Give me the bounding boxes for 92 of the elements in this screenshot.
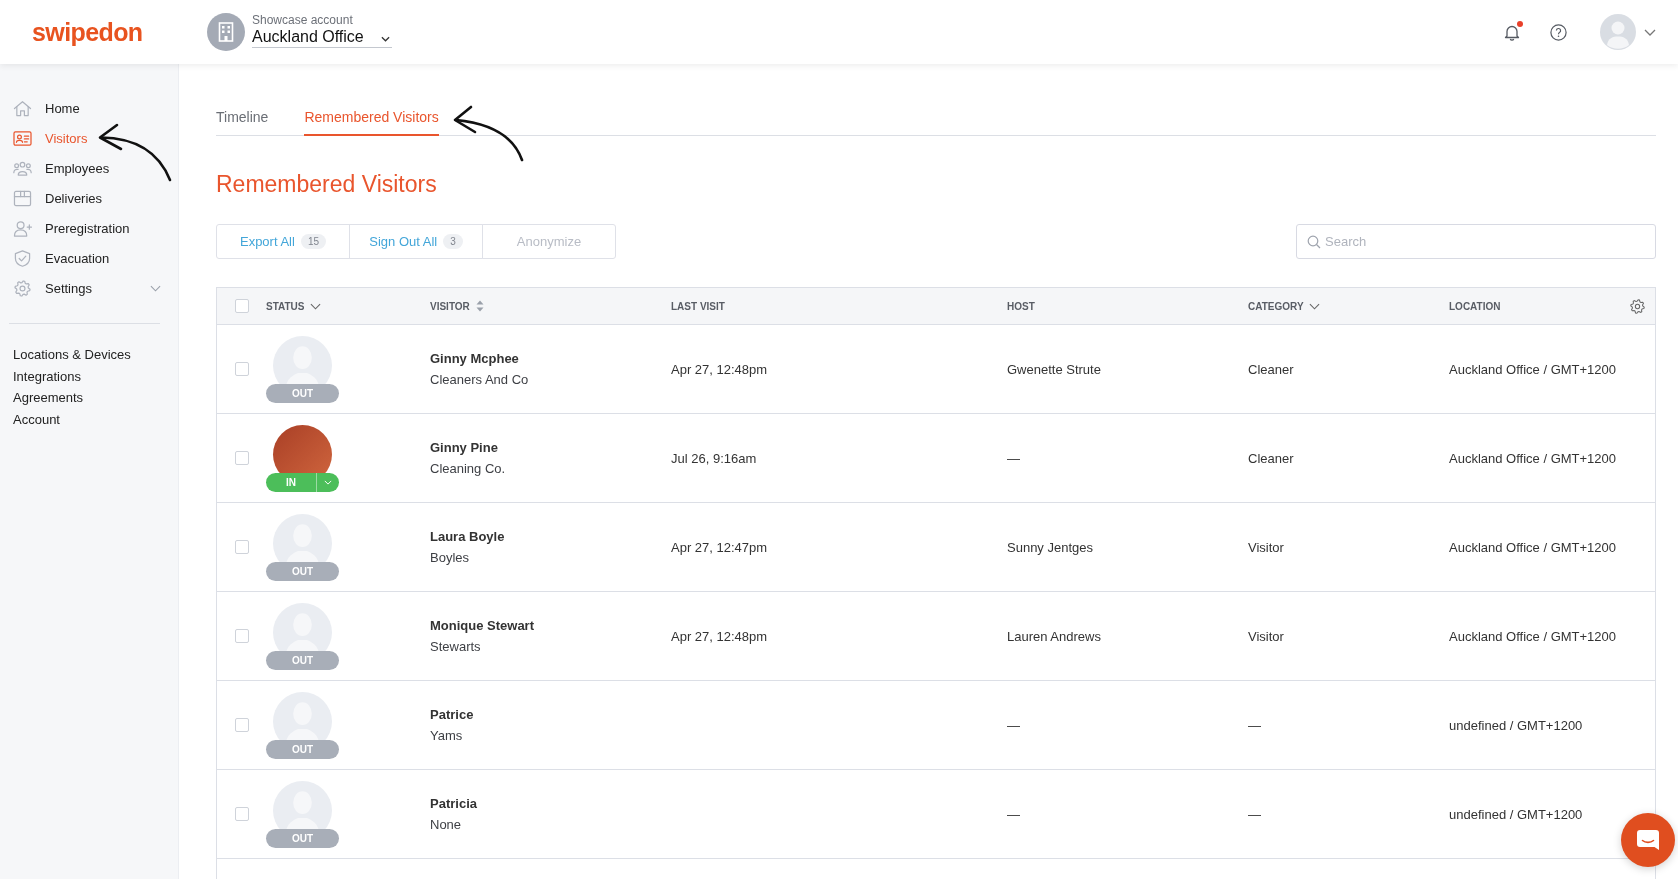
nav-link[interactable]: Locations & Devices [0,344,178,366]
id-card-icon [13,129,32,147]
visitor-name: Ginny Mcphee [430,349,519,368]
column-header[interactable]: VISITOR [430,300,484,312]
nav-item[interactable]: Settings [0,273,178,303]
table-cell: Visitor [1248,539,1284,555]
chat-button[interactable] [1621,813,1675,867]
account-label: Showcase account [252,12,353,27]
row-checkbox[interactable] [235,540,249,554]
select-all-checkbox[interactable] [235,299,249,313]
page-title: Remembered Visitors [216,170,437,199]
table-cell: Apr 27, 12:47pm [671,539,768,555]
table-cell: Sunny Jentges [1007,539,1093,555]
people-icon [13,159,32,177]
chevron-down-icon [1308,302,1320,310]
status-badge: OUT [266,562,339,581]
nav-item[interactable]: Evacuation [0,243,178,273]
table-cell: Auckland Office / GMT+1200 [1449,539,1617,555]
table-cell: Apr 27, 12:48pm [671,361,768,377]
column-header: LAST VISIT [671,300,725,312]
settings-icon[interactable] [1630,298,1645,314]
row-checkbox[interactable] [235,629,249,643]
status-badge: OUT [266,384,339,403]
caret-icon [381,36,390,42]
tab[interactable]: Timeline [216,107,269,136]
person-plus-icon [13,219,32,237]
table-cell: undefined / GMT+1200 [1449,717,1583,733]
table-cell: Jul 26, 9:16am [671,450,757,466]
box-icon [13,189,32,207]
table-cell: — [1007,806,1020,822]
column-header: LOCATION [1449,300,1501,312]
visitor-company: Boyles [430,548,470,567]
caret-icon [324,480,332,485]
nav-item[interactable]: Employees [0,153,178,183]
table-cell: Visitor [1248,628,1284,644]
table-cell: — [1007,450,1020,466]
table-cell: — [1007,717,1020,733]
sort-icon [475,300,484,312]
home-icon [13,99,32,117]
visitor-company: None [430,815,462,834]
help-icon[interactable] [1550,23,1567,41]
table-cell: Lauren Andrews [1007,628,1101,644]
nav-item[interactable]: Deliveries [0,183,178,213]
column-header: HOST [1007,300,1035,312]
table-cell: Cleaner [1248,361,1294,377]
table-cell: — [1248,806,1261,822]
count-badge: 15 [300,234,326,249]
visitor-name: Ginny Pine [430,438,498,457]
chat-bubble-icon [1636,829,1660,851]
status-badge: OUT [266,651,339,670]
visitor-company: Cleaning Co. [430,459,506,478]
nav-link[interactable]: Integrations [0,365,178,387]
user-avatar[interactable] [1600,14,1636,50]
table-cell: Auckland Office / GMT+1200 [1449,628,1617,644]
tab[interactable]: Remembered Visitors [304,107,439,136]
nav-item[interactable]: Home [0,93,178,123]
visitor-company: Yams [430,726,463,745]
chevron-down-icon [309,302,321,310]
visitor-name: Patrice [430,705,474,724]
count-badge: 3 [443,234,463,249]
nav-link[interactable]: Account [0,408,178,430]
table-cell: — [1248,717,1261,733]
row-checkbox[interactable] [235,807,249,821]
visitor-company: Cleaners And Co [430,370,529,389]
gear-icon [13,279,32,297]
row-checkbox[interactable] [235,718,249,732]
chevron-down-icon[interactable] [1644,28,1656,36]
status-badge: OUT [266,829,339,848]
shield-check-icon [13,249,32,267]
column-header[interactable]: CATEGORY [1248,300,1320,312]
row-checkbox[interactable] [235,362,249,376]
location-dropdown[interactable]: Auckland Office [252,26,392,48]
visitor-name: Monique Stewart [430,616,534,635]
table-cell: Apr 27, 12:48pm [671,628,768,644]
nav-item[interactable]: Preregistration [0,213,178,243]
search-field[interactable]: Search [1296,224,1656,259]
table-cell: Auckland Office / GMT+1200 [1449,450,1617,466]
logo[interactable]: swipedon [32,18,143,46]
visitor-name: Laura Boyle [430,527,505,546]
building-icon [207,13,245,51]
bell-icon[interactable] [1504,23,1520,41]
table-cell: Cleaner [1248,450,1294,466]
table-cell: Gwenette Strute [1007,361,1101,377]
table-cell: undefined / GMT+1200 [1449,806,1583,822]
table-cell: Auckland Office / GMT+1200 [1449,361,1617,377]
visitor-name: Patricia [430,794,477,813]
column-header[interactable]: STATUS [266,300,321,312]
nav-link[interactable]: Agreements [0,387,178,409]
row-checkbox[interactable] [235,451,249,465]
status-badge: OUT [266,740,339,759]
visitor-company: Stewarts [430,637,481,656]
search-icon [1307,234,1321,249]
